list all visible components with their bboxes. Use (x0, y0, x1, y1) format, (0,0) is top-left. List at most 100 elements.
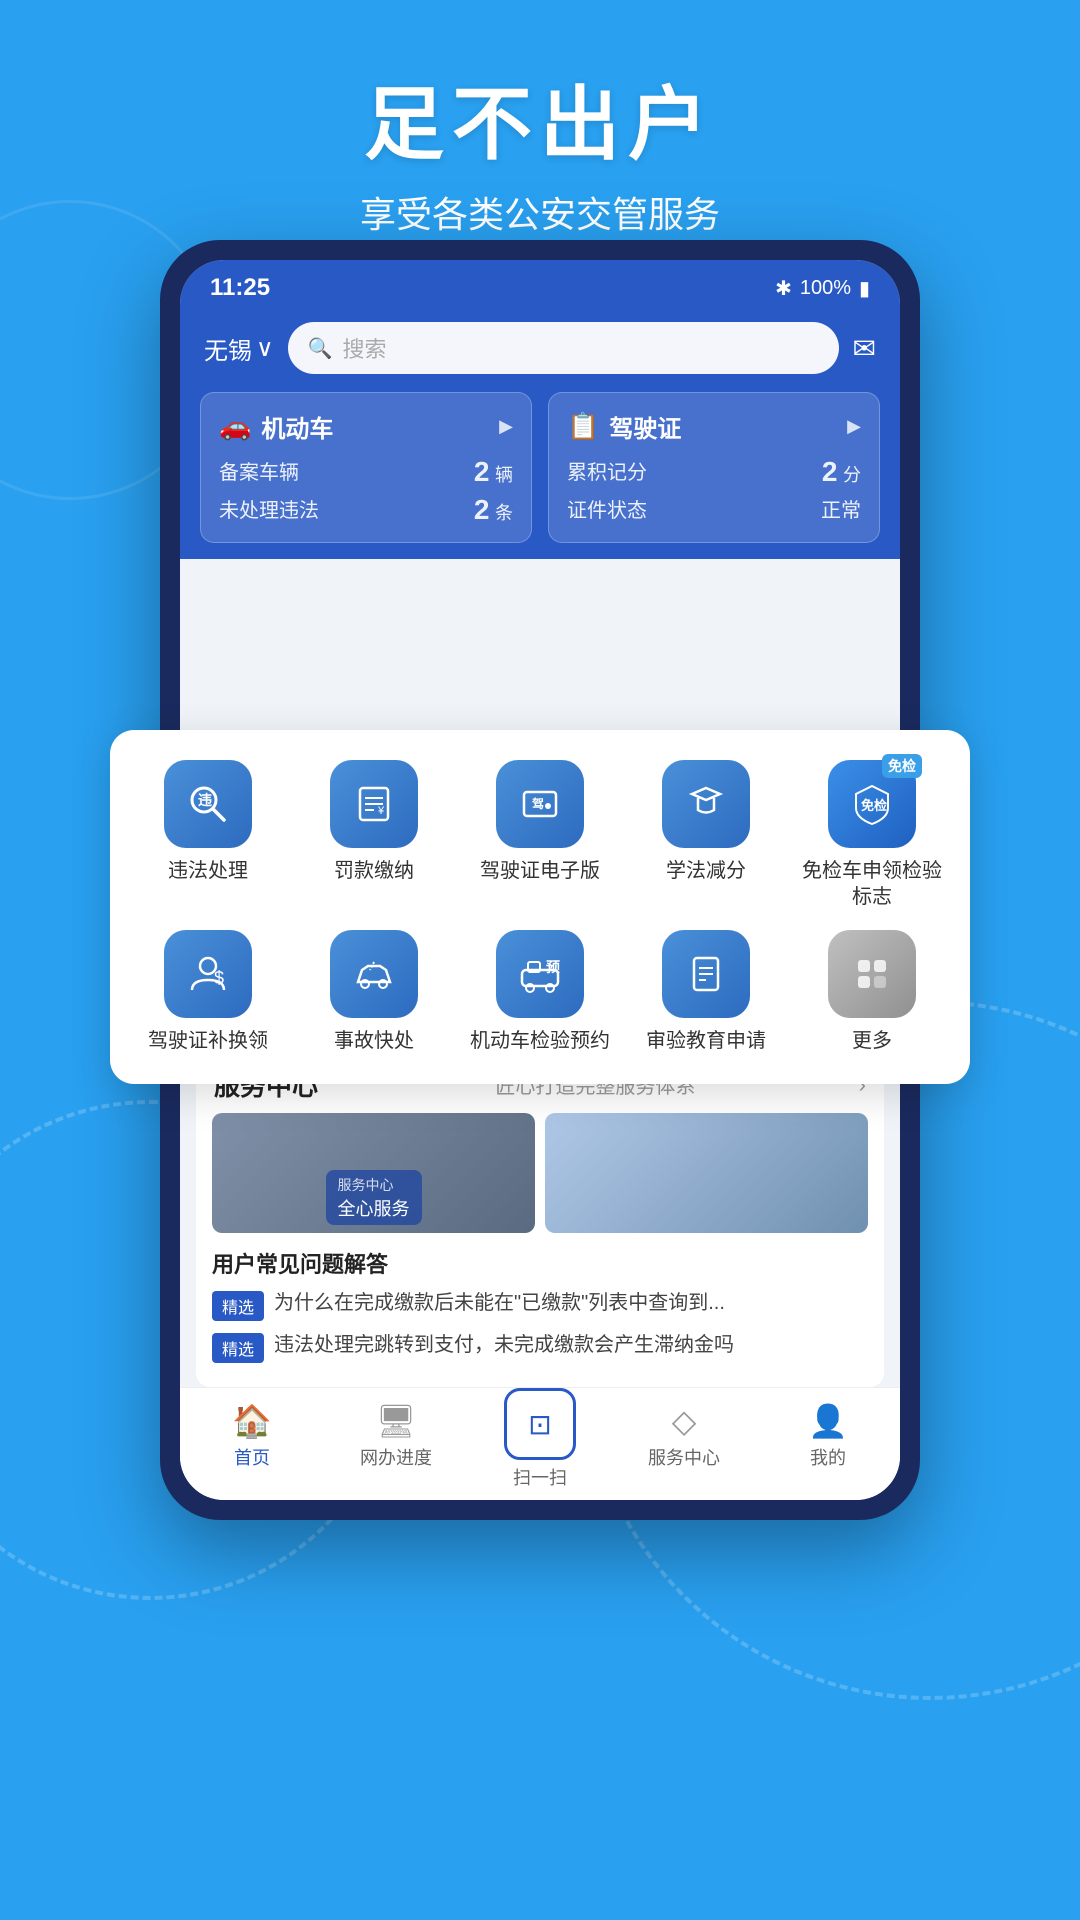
mail-icon[interactable]: ✉ (853, 332, 876, 365)
faq-text-2: 违法处理完跳转到支付，未完成缴款会产生滞纳金吗 (274, 1331, 734, 1359)
faq-badge-2: 精选 (212, 1333, 264, 1363)
svg-text:违: 违 (198, 792, 212, 808)
service-more[interactable]: 更多 (794, 930, 950, 1054)
license-icon-wrap: 驾 (496, 760, 584, 848)
vehicle-card-header: 🚗 机动车 ▶ (219, 409, 513, 444)
nav-progress[interactable]: 🖥 网办进度 (324, 1402, 468, 1490)
cards-row: 🚗 机动车 ▶ 备案车辆 2 辆 未处理违法 2 条 (180, 392, 900, 559)
home-icon: 🏠 (232, 1402, 272, 1440)
vehicle-card[interactable]: 🚗 机动车 ▶ 备案车辆 2 辆 未处理违法 2 条 (200, 392, 532, 543)
status-time: 11:25 (210, 274, 270, 302)
service-img-right (545, 1113, 868, 1233)
service-fine[interactable]: ¥ 罚款缴纳 (296, 760, 452, 910)
vehicle-title: 机动车 (261, 409, 333, 444)
driver-label: 驾驶证补换领 (148, 1028, 268, 1054)
service-violation[interactable]: 违 违法处理 (130, 760, 286, 910)
license-row2-label: 证件状态 (567, 494, 647, 523)
license-title: 驾驶证 (609, 409, 681, 444)
violation-icon-wrap: 违 (164, 760, 252, 848)
service-img-tag: 服务中心 全心服务 (326, 1170, 422, 1225)
vehicle-arrow-icon: ▶ (499, 416, 513, 437)
vehicle-row-1: 备案车辆 2 辆 (219, 456, 513, 488)
nav-scan-label: 扫一扫 (513, 1464, 567, 1490)
service-image-row: 服务中心 全心服务 (212, 1113, 868, 1233)
hero-subtitle: 享受各类公安交管服务 (0, 186, 1080, 238)
nav-home-label: 首页 (234, 1444, 270, 1470)
svg-text:$: $ (214, 968, 224, 988)
search-icon: 🔍 (308, 336, 333, 361)
nav-mine-label: 我的 (810, 1444, 846, 1470)
license-row-2: 证件状态 正常 (567, 494, 861, 523)
service-inspection[interactable]: 预 机动车检验预约 (462, 930, 618, 1054)
status-bar: 11:25 ✱ 100% ▮ (180, 260, 900, 312)
license-arrow-icon: ▶ (847, 416, 861, 437)
review-icon-wrap (662, 930, 750, 1018)
nav-home[interactable]: 🏠 首页 (180, 1402, 324, 1490)
scan-button[interactable]: ⊡ (504, 1388, 576, 1460)
nav-scan[interactable]: ⊡ 扫一扫 (468, 1402, 612, 1490)
service-center-section: 服务中心 匠心打造完整服务体系 › 服务中心 全心服务 (196, 1050, 884, 1387)
vehicle-icon: 🚗 (219, 411, 251, 442)
accident-label: 事故快处 (334, 1028, 414, 1054)
bottom-nav: 🏠 首页 🖥 网办进度 ⊡ 扫一扫 ◇ 服务中心 (180, 1387, 900, 1500)
faq-item-1[interactable]: 精选 为什么在完成缴款后未能在"已缴款"列表中查询到... (212, 1289, 868, 1321)
progress-icon: 🖥 (376, 1402, 417, 1440)
services-card: 违 违法处理 ¥ 罚款缴纳 驾 (110, 730, 970, 1084)
faq-badge-1: 精选 (212, 1291, 264, 1321)
nav-mine[interactable]: 👤 我的 (756, 1402, 900, 1490)
nav-progress-label: 网办进度 (360, 1444, 432, 1470)
exempt-label: 免检车申领检验标志 (794, 858, 950, 910)
svg-text:¥: ¥ (377, 805, 385, 817)
faq-title: 用户常见问题解答 (212, 1247, 868, 1279)
accident-icon-wrap (330, 930, 418, 1018)
service-icon: ◇ (672, 1402, 697, 1440)
service-review[interactable]: 审验教育申请 (628, 930, 784, 1054)
vehicle-row2-count: 2 (474, 494, 490, 525)
hero-section: 足不出户 享受各类公安交管服务 (0, 60, 1080, 238)
license-label: 驾驶证电子版 (480, 858, 600, 884)
search-bar[interactable]: 🔍 搜索 (288, 322, 839, 374)
location-text: 无锡 (204, 331, 252, 366)
service-driver[interactable]: $ 驾驶证补换领 (130, 930, 286, 1054)
service-license[interactable]: 驾 驾驶证电子版 (462, 760, 618, 910)
services-grid: 违 违法处理 ¥ 罚款缴纳 驾 (130, 760, 950, 1054)
service-exempt[interactable]: 免检 免检 免检车申领检验标志 (794, 760, 950, 910)
scan-icon: ⊡ (528, 1408, 551, 1441)
license-row-1: 累积记分 2 分 (567, 456, 861, 488)
svg-text:驾: 驾 (531, 796, 544, 811)
vehicle-row-2: 未处理违法 2 条 (219, 494, 513, 526)
chevron-down-icon: ∨ (256, 334, 274, 363)
review-label: 审验教育申请 (646, 1028, 766, 1054)
nav-service[interactable]: ◇ 服务中心 (612, 1402, 756, 1490)
exempt-icon-wrap: 免检 免检 (828, 760, 916, 848)
faq-section: 用户常见问题解答 精选 为什么在完成缴款后未能在"已缴款"列表中查询到... 精… (196, 1247, 884, 1387)
more-icon-wrap (828, 930, 916, 1018)
mine-icon: 👤 (808, 1402, 848, 1440)
inspection-label: 机动车检验预约 (470, 1028, 610, 1054)
more-label: 更多 (852, 1028, 892, 1054)
license-card[interactable]: 📋 驾驶证 ▶ 累积记分 2 分 证件状态 正常 (548, 392, 880, 543)
service-img-left: 服务中心 全心服务 (212, 1113, 535, 1233)
status-icons: ✱ 100% ▮ (775, 276, 870, 301)
violation-label: 违法处理 (168, 858, 248, 884)
study-icon-wrap (662, 760, 750, 848)
service-study[interactable]: 学法减分 (628, 760, 784, 910)
vehicle-row1-unit: 辆 (495, 465, 513, 485)
fine-label: 罚款缴纳 (334, 858, 414, 884)
vehicle-row1-count: 2 (474, 456, 490, 487)
driver-icon-wrap: $ (164, 930, 252, 1018)
vehicle-row2-label: 未处理违法 (219, 494, 319, 526)
location-selector[interactable]: 无锡 ∨ (204, 331, 274, 366)
nav-service-label: 服务中心 (648, 1444, 720, 1470)
battery-icon: ▮ (859, 276, 870, 301)
faq-item-2[interactable]: 精选 违法处理完跳转到支付，未完成缴款会产生滞纳金吗 (212, 1331, 868, 1363)
license-card-header: 📋 驾驶证 ▶ (567, 409, 861, 444)
svg-text:预: 预 (546, 959, 560, 975)
service-accident[interactable]: 事故快处 (296, 930, 452, 1054)
faq-text-1: 为什么在完成缴款后未能在"已缴款"列表中查询到... (274, 1289, 725, 1317)
svg-text:免检: 免检 (861, 798, 887, 813)
license-icon: 📋 (567, 411, 599, 442)
fine-icon-wrap: ¥ (330, 760, 418, 848)
license-row1-label: 累积记分 (567, 456, 647, 488)
search-placeholder: 搜索 (342, 332, 386, 364)
